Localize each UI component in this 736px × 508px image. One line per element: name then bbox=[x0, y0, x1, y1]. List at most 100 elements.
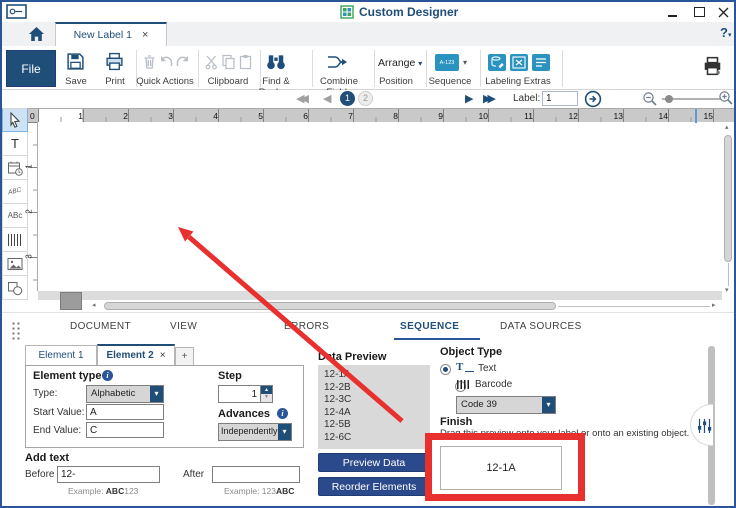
save-icon[interactable] bbox=[66, 52, 85, 71]
save-label[interactable]: Save bbox=[58, 76, 94, 87]
advances-dropdown[interactable]: Independently ▾ bbox=[218, 423, 292, 441]
scroll-up-icon[interactable]: ▴ bbox=[725, 123, 729, 133]
v-scrollbar-thumb[interactable] bbox=[724, 135, 732, 262]
tab-element-1[interactable]: Element 1 bbox=[25, 345, 97, 366]
undo-icon[interactable] bbox=[159, 54, 174, 70]
rich-text-tool[interactable]: ABc bbox=[2, 204, 28, 228]
labeling-text-icon[interactable] bbox=[532, 54, 550, 71]
step-up-button[interactable]: ▴ bbox=[261, 386, 272, 394]
tab-new-label-1[interactable]: New Label 1 × bbox=[55, 22, 167, 46]
first-label-button[interactable]: ◀◀ bbox=[296, 92, 309, 105]
element-2-close-icon[interactable]: × bbox=[160, 350, 166, 361]
zoom-in-icon[interactable] bbox=[718, 90, 734, 106]
scroll-down-icon[interactable]: ▾ bbox=[725, 286, 729, 296]
find-replace-icon[interactable] bbox=[266, 52, 286, 72]
print-icon[interactable] bbox=[105, 52, 124, 71]
cut-icon[interactable] bbox=[204, 54, 219, 70]
shapes-tool[interactable] bbox=[2, 276, 28, 300]
tab-document[interactable]: DOCUMENT bbox=[70, 321, 131, 332]
zoom-out-icon[interactable] bbox=[642, 91, 658, 107]
barcode-type-dropdown[interactable]: Code 39 ▾ bbox=[456, 396, 556, 414]
label-number-input[interactable] bbox=[542, 91, 578, 106]
text-tool[interactable]: T bbox=[2, 132, 28, 156]
label-field-label: Label: bbox=[513, 93, 541, 104]
list-item[interactable]: 12-5B bbox=[324, 419, 430, 432]
end-value-input[interactable] bbox=[86, 422, 164, 438]
scroll-left-icon[interactable]: ◂ bbox=[92, 301, 96, 311]
tab-errors[interactable]: ERRORS bbox=[284, 321, 329, 332]
tab-view[interactable]: VIEW bbox=[170, 321, 197, 332]
flyout-handle[interactable] bbox=[690, 404, 713, 446]
preview-data-button[interactable]: Preview Data bbox=[318, 453, 430, 472]
close-button[interactable] bbox=[718, 7, 729, 18]
labeling-database-icon[interactable] bbox=[488, 54, 506, 71]
data-preview-list[interactable]: 12-1A 12-2B 12-3C 12-4A 12-5B 12-6C bbox=[318, 365, 430, 449]
element-type-info-icon[interactable]: i bbox=[102, 370, 113, 381]
next-label-button[interactable]: ▶ bbox=[465, 92, 473, 105]
add-element-tab[interactable]: + bbox=[175, 347, 194, 366]
step-input[interactable] bbox=[218, 385, 261, 403]
type-dropdown-value: Alphabetic bbox=[91, 388, 136, 399]
redo-icon[interactable] bbox=[175, 54, 190, 70]
sequence-caret-icon[interactable]: ▾ bbox=[463, 58, 467, 67]
after-input[interactable] bbox=[212, 466, 300, 483]
advances-info-icon[interactable]: i bbox=[277, 408, 288, 419]
text-radio[interactable] bbox=[440, 364, 451, 375]
list-item[interactable]: 12-2B bbox=[324, 382, 430, 395]
file-button[interactable]: File bbox=[6, 50, 56, 87]
tab-close-icon[interactable]: × bbox=[142, 29, 148, 41]
go-to-label-button[interactable] bbox=[584, 90, 602, 108]
combine-fields-icon[interactable] bbox=[326, 53, 348, 71]
tab-data-sources[interactable]: DATA SOURCES bbox=[500, 321, 582, 332]
select-tool[interactable] bbox=[2, 108, 28, 132]
sliders-icon bbox=[698, 419, 712, 433]
sequence-label[interactable]: Sequence bbox=[422, 76, 478, 87]
curved-text-tool[interactable]: ABC bbox=[2, 180, 28, 204]
scroll-right-icon[interactable]: ▸ bbox=[712, 301, 716, 311]
paste-icon[interactable] bbox=[238, 54, 253, 70]
last-label-button[interactable]: ▶▶ bbox=[483, 92, 496, 105]
chevron-down-icon: ▾ bbox=[150, 386, 163, 402]
panel-grip[interactable] bbox=[11, 321, 21, 341]
labeling-cut-icon[interactable] bbox=[510, 54, 528, 71]
step-down-button[interactable]: ▾ bbox=[261, 394, 272, 402]
h-scrollbar-track[interactable] bbox=[558, 306, 710, 307]
prev-label-button[interactable]: ◀ bbox=[323, 92, 331, 105]
delete-icon[interactable] bbox=[142, 54, 157, 70]
maximize-button[interactable] bbox=[694, 7, 710, 19]
chevron-down-icon: ▾ bbox=[278, 424, 291, 440]
labeling-extras-label[interactable]: Labeling Extras bbox=[482, 76, 554, 87]
h-scrollbar-thumb[interactable] bbox=[104, 302, 556, 310]
sequence-icon[interactable]: A-123 bbox=[435, 54, 459, 71]
text-radio-label[interactable]: Text bbox=[478, 363, 496, 374]
tab-element-2[interactable]: Element 2 × bbox=[97, 344, 175, 366]
tab-sequence[interactable]: SEQUENCE bbox=[400, 321, 459, 332]
help-button[interactable]: ? bbox=[720, 25, 728, 40]
cursor-icon bbox=[10, 112, 21, 128]
minimize-button[interactable] bbox=[668, 6, 684, 18]
type-dropdown[interactable]: Alphabetic ▾ bbox=[86, 385, 164, 403]
before-input[interactable] bbox=[57, 466, 160, 483]
list-item[interactable]: 12-3C bbox=[324, 394, 430, 407]
page-2-badge[interactable]: 2 bbox=[358, 91, 373, 106]
list-item[interactable]: 12-6C bbox=[324, 432, 430, 445]
barcode-tool[interactable] bbox=[2, 228, 28, 252]
finish-heading: Finish bbox=[440, 416, 473, 428]
zoom-slider-handle[interactable] bbox=[665, 95, 673, 103]
design-canvas[interactable] bbox=[38, 122, 722, 291]
home-icon[interactable] bbox=[28, 26, 45, 42]
print-label[interactable]: Print bbox=[100, 76, 130, 87]
start-value-input[interactable] bbox=[86, 404, 164, 420]
page-1-badge[interactable]: 1 bbox=[340, 91, 355, 106]
arrange-dropdown[interactable]: Arrange ▾ bbox=[378, 57, 422, 69]
quick-print-icon[interactable] bbox=[702, 56, 723, 76]
list-item[interactable]: 12-4A bbox=[324, 407, 430, 420]
bottom-panel: DOCUMENT VIEW ERRORS SEQUENCE DATA SOURC… bbox=[2, 312, 734, 506]
step-spinner[interactable]: ▴ ▾ bbox=[261, 385, 273, 403]
barcode-radio-label[interactable]: Barcode bbox=[475, 379, 512, 390]
copy-icon[interactable] bbox=[221, 54, 236, 70]
step-heading: Step bbox=[218, 370, 242, 382]
list-item[interactable]: 12-1A bbox=[324, 369, 430, 382]
reorder-elements-button[interactable]: Reorder Elements bbox=[318, 477, 430, 496]
v-scrollbar-track[interactable] bbox=[728, 263, 729, 286]
